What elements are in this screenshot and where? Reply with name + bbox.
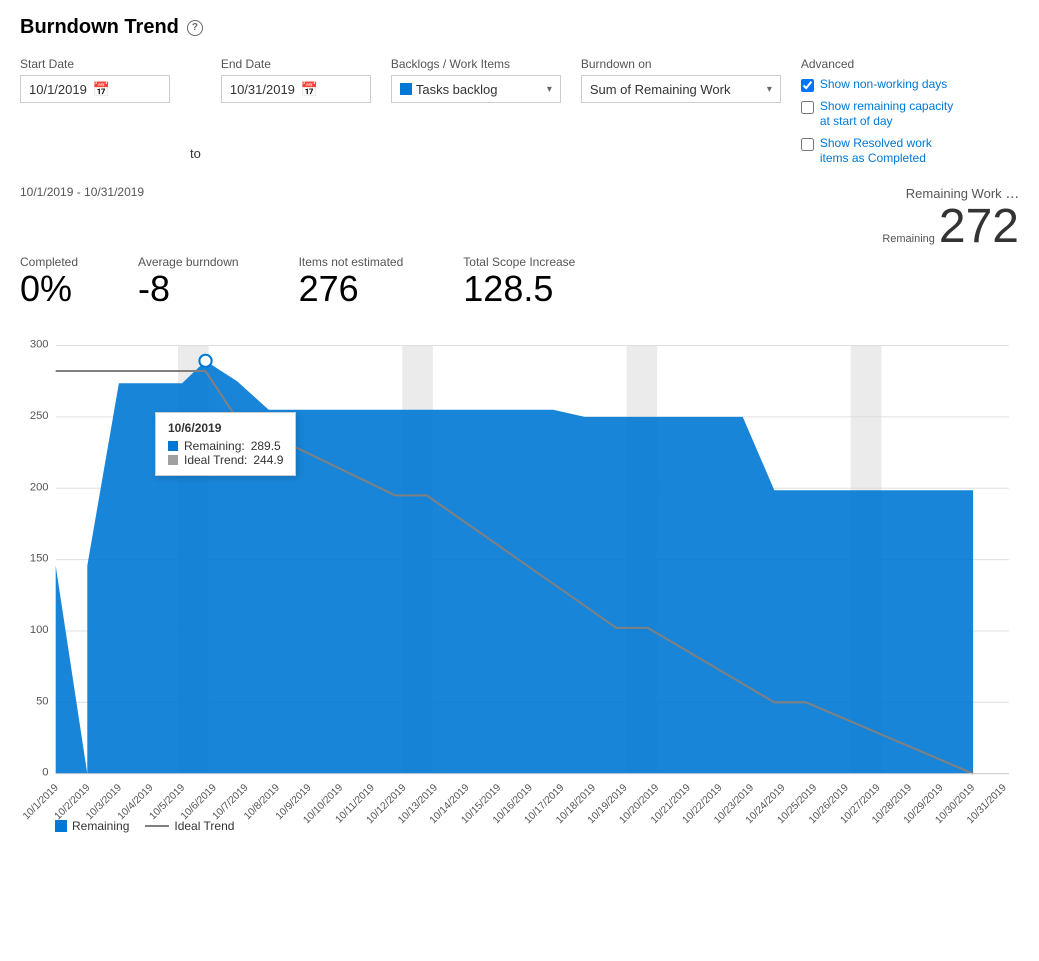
checkbox-resolved-label[interactable]: Show Resolved work items as Completed (820, 136, 960, 167)
advanced-options: Show non-working days Show remaining cap… (801, 77, 960, 167)
checkbox-remaining-capacity-label[interactable]: Show remaining capacity at start of day (820, 99, 960, 130)
burndown-value: Sum of Remaining Work (590, 82, 731, 97)
items-not-estimated-value: 276 (299, 269, 404, 309)
checkbox-nonworking-label[interactable]: Show non-working days (820, 77, 947, 93)
legend-ideal-label: Ideal Trend (174, 819, 234, 833)
backlogs-dropdown[interactable]: Tasks backlog ▾ (391, 75, 561, 103)
chart-date-range: 10/1/2019 - 10/31/2019 (20, 185, 144, 199)
checkbox-row-1: Show non-working days (801, 77, 960, 93)
help-icon[interactable]: ? (187, 20, 203, 36)
advanced-group: Advanced Show non-working days Show rema… (801, 57, 960, 167)
checkbox-remaining-capacity[interactable] (801, 101, 814, 114)
start-date-label: Start Date (20, 57, 170, 71)
checkbox-row-3: Show Resolved work items as Completed (801, 136, 960, 167)
legend-ideal-icon (145, 825, 169, 827)
end-date-label: End Date (221, 57, 371, 71)
checkbox-resolved[interactable] (801, 138, 814, 151)
burndown-dropdown[interactable]: Sum of Remaining Work ▾ (581, 75, 781, 103)
page-title: Burndown Trend (20, 16, 179, 39)
remaining-work-block: Remaining Work ... Remaining 272 (882, 185, 1019, 251)
svg-text:250: 250 (30, 409, 49, 421)
backlogs-group: Backlogs / Work Items Tasks backlog ▾ (391, 57, 561, 103)
svg-text:100: 100 (30, 624, 49, 636)
chart-container: 10/6/2019 Remaining: 289.5 Ideal Trend: … (20, 317, 1019, 833)
page-title-row: Burndown Trend ? (20, 16, 1019, 39)
completed-label: Completed (20, 255, 78, 269)
avg-burndown-label: Average burndown (138, 255, 239, 269)
checkbox-nonworking[interactable] (801, 79, 814, 92)
completed-value: 0% (20, 269, 78, 309)
svg-text:50: 50 (36, 695, 48, 707)
stat-completed: Completed 0% (20, 255, 78, 309)
total-scope-label: Total Scope Increase (463, 255, 575, 269)
burndown-group: Burndown on Sum of Remaining Work ▾ (581, 57, 781, 103)
end-date-input[interactable]: 10/31/2019 📅 (221, 75, 371, 103)
checkbox-row-2: Show remaining capacity at start of day (801, 99, 960, 130)
backlogs-chevron: ▾ (547, 84, 552, 95)
remaining-value: 272 (939, 203, 1019, 251)
legend-remaining-icon (55, 820, 67, 832)
stat-items-not-estimated: Items not estimated 276 (299, 255, 404, 309)
svg-text:200: 200 (30, 481, 49, 493)
end-date-group: End Date 10/31/2019 📅 (221, 57, 371, 103)
stat-avg-burndown: Average burndown -8 (138, 255, 239, 309)
stats-row: Completed 0% Average burndown -8 Items n… (20, 255, 1019, 309)
start-date-input[interactable]: 10/1/2019 📅 (20, 75, 170, 103)
calendar-icon-end: 📅 (301, 81, 318, 98)
stats-left: Completed 0% Average burndown -8 Items n… (20, 255, 575, 309)
start-date-value: 10/1/2019 (29, 82, 87, 97)
legend-remaining: Remaining (55, 819, 129, 833)
avg-burndown-value: -8 (138, 269, 239, 309)
backlogs-value: Tasks backlog (416, 82, 498, 97)
legend-ideal: Ideal Trend (145, 819, 234, 833)
total-scope-value: 128.5 (463, 269, 575, 309)
filters-row: Start Date 10/1/2019 📅 to End Date 10/31… (20, 57, 1019, 167)
remaining-sub: Remaining (882, 233, 935, 245)
items-not-estimated-label: Items not estimated (299, 255, 404, 269)
svg-text:300: 300 (30, 338, 49, 350)
svg-text:150: 150 (30, 552, 49, 564)
advanced-label: Advanced (801, 57, 960, 71)
burndown-label: Burndown on (581, 57, 781, 71)
burndown-chart: 300 250 200 150 100 50 0 (20, 317, 1019, 806)
end-date-value: 10/31/2019 (230, 82, 295, 97)
start-date-group: Start Date 10/1/2019 📅 (20, 57, 170, 103)
legend-remaining-label: Remaining (72, 819, 129, 833)
svg-text:0: 0 (42, 766, 48, 778)
calendar-icon-start: 📅 (93, 81, 110, 98)
burndown-chevron: ▾ (767, 84, 772, 95)
to-label: to (190, 146, 201, 161)
stat-total-scope: Total Scope Increase 128.5 (463, 255, 575, 309)
tasks-icon (400, 83, 412, 95)
backlogs-label: Backlogs / Work Items (391, 57, 561, 71)
